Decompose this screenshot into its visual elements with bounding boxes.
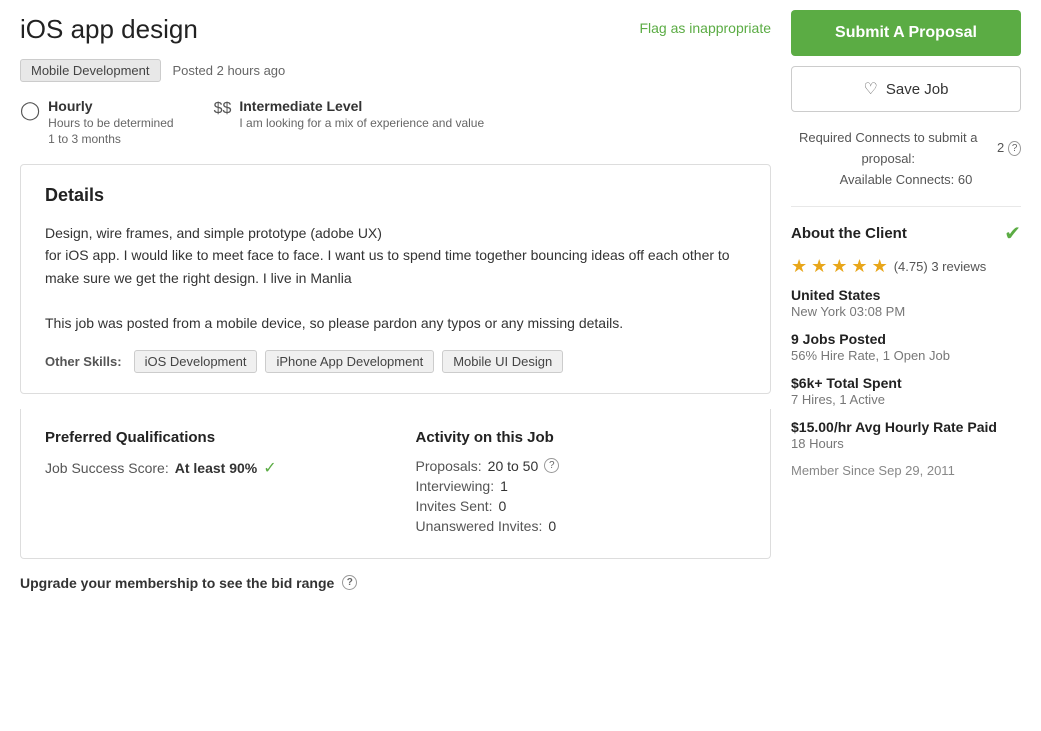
invites-sent-value: 0	[499, 498, 507, 514]
hours: 18 Hours	[791, 436, 1021, 451]
sidebar: Submit A Proposal ♡ Save Job Required Co…	[791, 10, 1021, 591]
interviewing-value: 1	[500, 478, 508, 494]
activity-title: Activity on this Job	[416, 429, 747, 446]
connects-help-icon[interactable]: ?	[1008, 141, 1021, 156]
connects-required-line: Required Connects to submit a proposal: …	[791, 128, 1021, 170]
invites-sent-label: Invites Sent:	[416, 498, 493, 514]
posted-time: Posted 2 hours ago	[173, 63, 286, 78]
rating-text: (4.75) 3 reviews	[894, 259, 987, 274]
unanswered-value: 0	[548, 518, 556, 534]
desc-line1: Design, wire frames, and simple prototyp…	[45, 222, 746, 244]
duration-sub: 1 to 3 months	[48, 132, 173, 146]
client-total-spent: $6k+ Total Spent 7 Hires, 1 Active	[791, 375, 1021, 407]
proposals-label: Proposals:	[416, 458, 482, 474]
client-hourly-rate: $15.00/hr Avg Hourly Rate Paid 18 Hours	[791, 419, 1021, 451]
meta-row: Mobile Development Posted 2 hours ago	[20, 59, 771, 82]
upgrade-text: Upgrade your membership to see the bid r…	[20, 575, 334, 591]
client-time: New York 03:08 PM	[791, 304, 1021, 319]
stars-row: ★ ★ ★ ★ ★ (4.75) 3 reviews	[791, 256, 1021, 277]
clock-icon: ◯	[20, 100, 40, 121]
heart-icon: ♡	[864, 79, 878, 99]
qual-title: Preferred Qualifications	[45, 429, 376, 446]
proposals-help-icon[interactable]: ?	[544, 458, 559, 473]
job-success-row: Job Success Score: At least 90% ✓	[45, 458, 376, 478]
skill-tag-iphone-app[interactable]: iPhone App Development	[265, 350, 434, 373]
total-spent-label: $6k+ Total Spent	[791, 375, 1021, 391]
sidebar-divider	[791, 206, 1021, 207]
upgrade-help-icon[interactable]: ?	[342, 575, 357, 590]
star-2: ★	[811, 256, 827, 277]
desc-line4: This job was posted from a mobile device…	[45, 312, 746, 334]
star-5: ★	[872, 256, 888, 277]
interviewing-row: Interviewing: 1	[416, 478, 747, 494]
connects-text1: Required Connects to submit a proposal:	[791, 128, 985, 170]
job-type-level: $$ Intermediate Level I am looking for a…	[214, 98, 485, 146]
hours-sub: Hours to be determined	[48, 116, 173, 130]
about-client-header: About the Client ✔	[791, 221, 1021, 246]
other-skills-row: Other Skills: iOS Development iPhone App…	[45, 350, 746, 373]
job-type-row: ◯ Hourly Hours to be determined 1 to 3 m…	[20, 98, 771, 146]
submit-proposal-button[interactable]: Submit A Proposal	[791, 10, 1021, 56]
star-1: ★	[791, 256, 807, 277]
star-4: ★	[851, 256, 867, 277]
activity-column: Activity on this Job Proposals: 20 to 50…	[416, 429, 747, 538]
client-location: United States New York 03:08 PM	[791, 287, 1021, 319]
interviewing-label: Interviewing:	[416, 478, 495, 494]
connects-number: 2	[997, 138, 1004, 159]
checkmark-icon: ✓	[263, 458, 276, 478]
jobs-posted-label: 9 Jobs Posted	[791, 331, 1021, 347]
unanswered-row: Unanswered Invites: 0	[416, 518, 747, 534]
client-jobs-posted: 9 Jobs Posted 56% Hire Rate, 1 Open Job	[791, 331, 1021, 363]
proposals-row: Proposals: 20 to 50 ?	[416, 458, 747, 474]
details-title: Details	[45, 185, 746, 206]
details-section: Details Design, wire frames, and simple …	[20, 164, 771, 394]
hire-rate: 56% Hire Rate, 1 Open Job	[791, 348, 1021, 363]
hires: 7 Hires, 1 Active	[791, 392, 1021, 407]
job-success-label: Job Success Score:	[45, 460, 169, 476]
skill-tag-mobile-ui[interactable]: Mobile UI Design	[442, 350, 563, 373]
verified-icon: ✔	[1004, 221, 1021, 246]
job-type-hourly: ◯ Hourly Hours to be determined 1 to 3 m…	[20, 98, 174, 146]
save-job-label: Save Job	[886, 81, 949, 98]
upgrade-row: Upgrade your membership to see the bid r…	[20, 575, 771, 591]
connects-box: Required Connects to submit a proposal: …	[791, 128, 1021, 190]
qualifications-column: Preferred Qualifications Job Success Sco…	[45, 429, 376, 538]
hourly-label: Hourly	[48, 98, 173, 114]
hourly-rate-label: $15.00/hr Avg Hourly Rate Paid	[791, 419, 1021, 435]
dollar-icon: $$	[214, 100, 232, 118]
skill-tag-ios-dev[interactable]: iOS Development	[134, 350, 258, 373]
star-3: ★	[831, 256, 847, 277]
category-badge[interactable]: Mobile Development	[20, 59, 161, 82]
save-job-button[interactable]: ♡ Save Job	[791, 66, 1021, 112]
job-description: Design, wire frames, and simple prototyp…	[45, 222, 746, 334]
qual-activity-section: Preferred Qualifications Job Success Sco…	[20, 409, 771, 559]
flag-link[interactable]: Flag as inappropriate	[639, 20, 771, 36]
unanswered-label: Unanswered Invites:	[416, 518, 543, 534]
invites-sent-row: Invites Sent: 0	[416, 498, 747, 514]
member-since: Member Since Sep 29, 2011	[791, 463, 1021, 478]
about-client-title: About the Client	[791, 225, 907, 242]
client-country: United States	[791, 287, 1021, 303]
other-skills-label: Other Skills:	[45, 354, 122, 369]
proposals-value: 20 to 50	[488, 458, 539, 474]
level-label: Intermediate Level	[239, 98, 484, 114]
job-title: iOS app design	[20, 14, 198, 45]
level-sub: I am looking for a mix of experience and…	[239, 116, 484, 130]
job-success-value: At least 90%	[175, 460, 257, 476]
connects-available: Available Connects: 60	[791, 170, 1021, 191]
desc-line2: for iOS app. I would like to meet face t…	[45, 244, 746, 289]
